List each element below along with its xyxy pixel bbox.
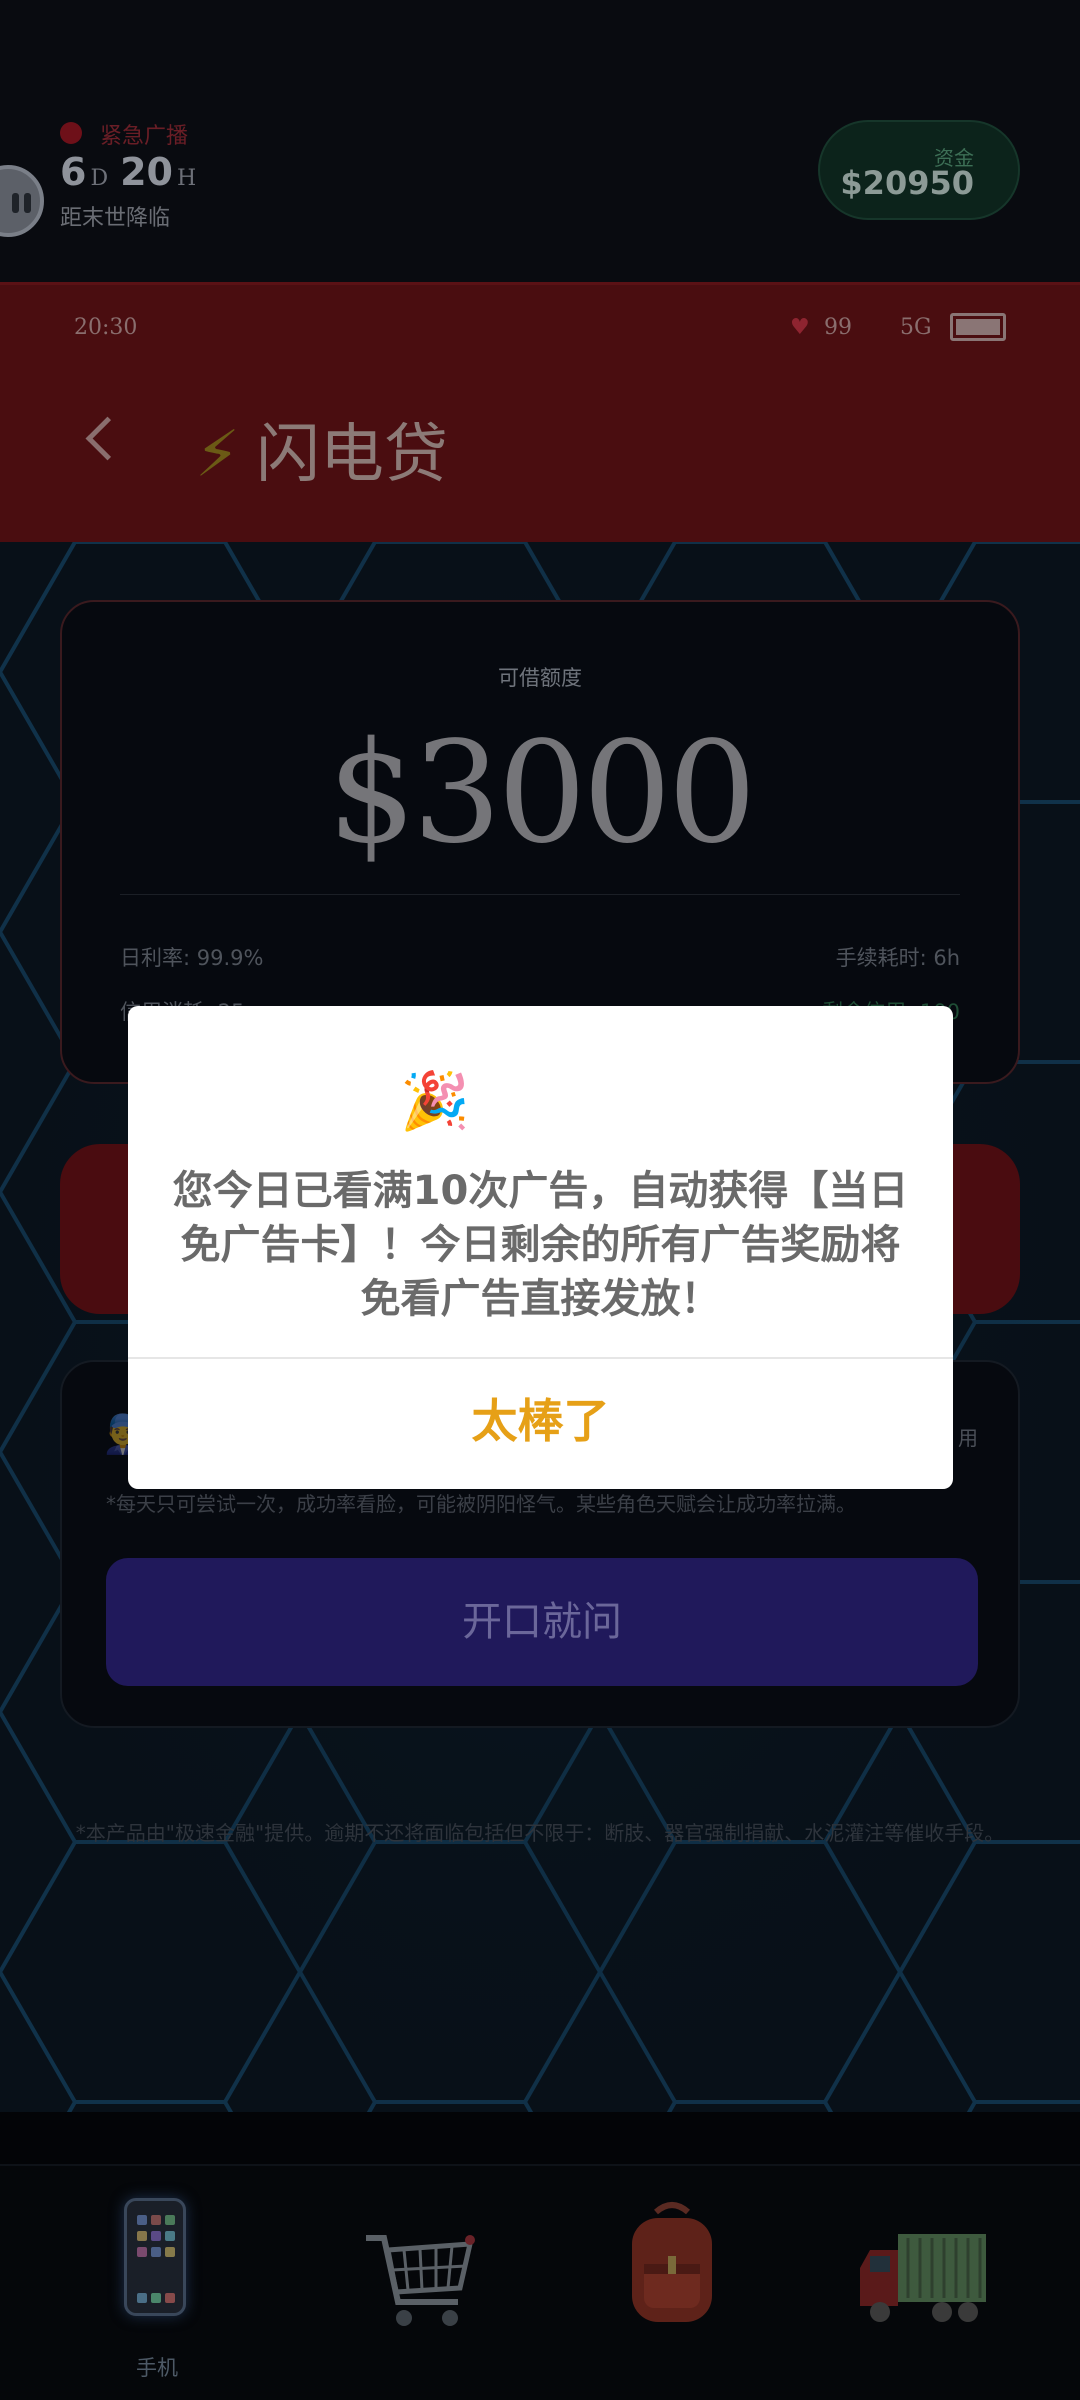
heart-icon: ♥	[790, 315, 810, 340]
countdown-days: 6	[60, 150, 87, 194]
backpack-icon	[632, 2202, 712, 2322]
ask-button[interactable]: 开口就问	[106, 1558, 978, 1686]
bottom-separator	[0, 2112, 1080, 2164]
signal-label: 5G	[900, 315, 932, 340]
phone-icon	[124, 2198, 186, 2316]
limit-value: $3000	[327, 712, 756, 875]
top-hud: 紧急广播 6 D 20 H 距末世降临 资金 $20950	[0, 0, 1080, 282]
truck-icon	[860, 2234, 986, 2322]
countdown-caption: 距末世降临	[60, 206, 171, 231]
limit-label: 可借额度	[498, 666, 582, 690]
nav-label-phone: 手机	[136, 2356, 178, 2380]
broadcast-label: 紧急广播	[100, 124, 189, 149]
countdown-days-unit: D	[90, 166, 109, 191]
battery-value: 99	[824, 315, 852, 340]
ask-note: *每天只可尝试一次，成功率看脸，可能被阴阳怪气。某些角色天赋会让成功率拉满。	[106, 1492, 856, 1516]
pause-bubble-icon[interactable]	[0, 165, 44, 237]
page-title: ⚡ 闪电贷	[195, 403, 448, 495]
daily-rate: 日利率: 99.9%	[120, 946, 264, 970]
disclaimer: *本产品由"极速金融"提供。逾期不还将面临包括但不限于：断肢、器官强制捐献、水泥…	[75, 1821, 1005, 1845]
cart-icon	[366, 2235, 475, 2326]
nav-item-truck[interactable]	[848, 2188, 998, 2368]
funds-value: $20950	[840, 164, 974, 202]
battery-icon	[950, 313, 1006, 341]
funds-badge: 资金 $20950	[818, 120, 1020, 220]
status-time: 20:30	[74, 315, 138, 340]
nav-item-phone[interactable]: 手机	[82, 2188, 232, 2380]
dialog-message: 您今日已看满10次广告，自动获得【当日免广告卡】！今日剩余的所有广告奖励将免看广…	[172, 1168, 909, 1322]
doomsday-countdown: 6 D 20 H	[60, 150, 208, 194]
app-header: 20:30 ♥ 99 5G ⚡ 闪电贷	[0, 282, 1080, 542]
confirm-button[interactable]: 太棒了	[128, 1359, 953, 1489]
bottom-nav: 手机	[0, 2164, 1080, 2400]
ask-card-text: 用	[958, 1426, 978, 1450]
lightning-icon: ⚡	[195, 418, 240, 492]
countdown-hours-unit: H	[176, 166, 197, 191]
ad-reward-dialog: 🎉 您今日已看满10次广告，自动获得【当日免广告卡】！今日剩余的所有广告奖励将免…	[128, 1006, 953, 1489]
broadcast-indicator	[60, 122, 82, 144]
party-popper-icon: 🎉	[400, 1069, 470, 1134]
page-title-text: 闪电贷	[255, 418, 448, 492]
nav-item-backpack[interactable]	[592, 2188, 742, 2368]
back-chevron-icon[interactable]	[78, 405, 138, 475]
divider	[120, 894, 960, 895]
countdown-hours: 20	[120, 150, 173, 194]
nav-item-shop[interactable]	[340, 2188, 490, 2368]
fee-time: 手续耗时: 6h	[835, 946, 960, 970]
